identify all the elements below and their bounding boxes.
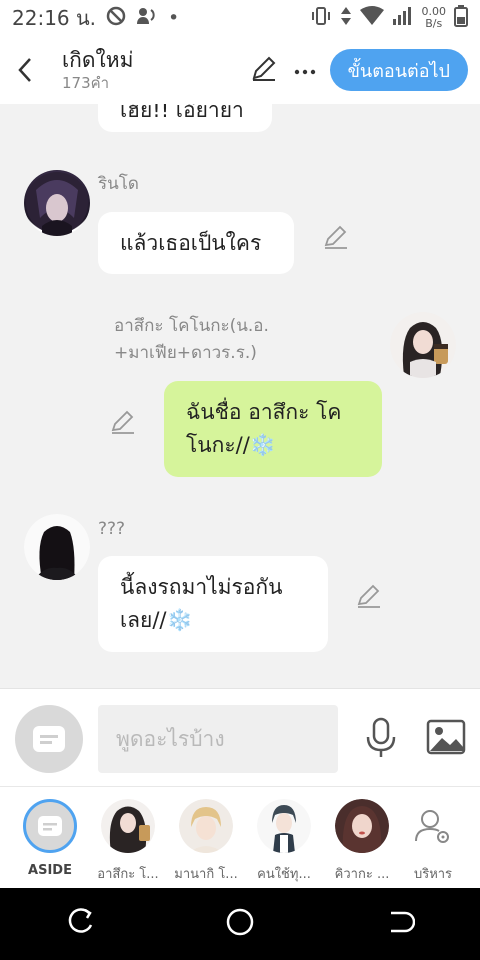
avatar-rindo[interactable] — [24, 170, 90, 236]
character-kiwaka[interactable]: คิวากะ ... — [325, 799, 399, 884]
no-disturb-icon — [106, 6, 126, 31]
message-bubble[interactable]: แล้วเธอเป็นใคร — [98, 212, 294, 274]
message-text-line2: เลย//❄️ — [120, 608, 193, 632]
manage-icon — [406, 799, 460, 853]
character-aside[interactable]: ASIDE — [13, 799, 87, 878]
image-upload-button[interactable] — [426, 719, 466, 759]
character-maid[interactable]: คนใช้ทุ... — [247, 799, 321, 884]
character-avatar — [101, 799, 155, 853]
character-manaki[interactable]: มานากิ โ... — [169, 799, 243, 884]
character-avatar — [179, 799, 233, 853]
character-label: คิวากะ ... — [334, 867, 390, 882]
avatar-unknown[interactable] — [24, 514, 90, 580]
back-button[interactable] — [12, 50, 38, 90]
avatar-asuka[interactable] — [390, 312, 456, 378]
speaker-name: อาสึกะ โคโนกะ(น.อ. — [114, 316, 269, 336]
character-asuka[interactable]: อาสึกะ โ... — [91, 799, 165, 884]
character-avatar — [335, 799, 389, 853]
net-speed-unit: B/s — [425, 17, 443, 30]
message-text: นี้ลงรถมาไม่รอกัน — [120, 575, 283, 599]
edit-title-button[interactable] — [250, 54, 278, 86]
aside-icon — [23, 799, 77, 853]
vibrate-icon — [310, 6, 332, 30]
wifi-icon — [359, 5, 384, 31]
character-bar: ASIDE อาสึกะ โ... มานากิ โ... คนใช้ทุ...… — [0, 786, 480, 888]
edit-message-button[interactable] — [356, 583, 382, 609]
pencil-icon — [111, 410, 134, 434]
image-icon — [426, 719, 466, 755]
message-bubble[interactable]: เฮ้ย!! เอ๊ย่าย่า — [98, 104, 272, 132]
voice-input-button[interactable] — [364, 717, 398, 763]
recent-apps-button[interactable] — [65, 907, 95, 941]
home-icon — [226, 908, 254, 936]
message-input[interactable]: พูดอะไรบ้าง — [98, 705, 338, 773]
data-arrows-icon — [340, 6, 352, 31]
message-bubble-own[interactable]: ฉันชื่อ อาสึกะ โค โนกะ//❄️ — [164, 381, 382, 477]
chat-bubble-icon — [33, 726, 65, 752]
aside-toggle-button[interactable] — [15, 705, 83, 773]
character-avatar — [257, 799, 311, 853]
signal-icon — [392, 6, 414, 31]
dot-icon: • — [168, 7, 180, 29]
call-icon — [136, 6, 158, 31]
message-bubble[interactable]: นี้ลงรถมาไม่รอกัน เลย//❄️ — [98, 556, 328, 652]
character-label: ASIDE — [28, 863, 72, 878]
system-nav-bar — [0, 888, 480, 960]
message-text: เฮ้ย!! เอ๊ย่าย่า — [120, 104, 244, 122]
chat-header: เกิดใหม่ 173คำ ขั้นตอนต่อไป — [0, 36, 480, 104]
chat-area[interactable]: เฮ้ย!! เอ๊ย่าย่า รินโด แล้วเธอเป็นใคร อา… — [0, 104, 480, 688]
speaker-name: ??? — [98, 519, 126, 539]
title-block: เกิดใหม่ 173คำ — [62, 48, 133, 91]
character-label: มานากิ โ... — [174, 867, 238, 882]
speaker-name-line2: +มาเฟีย+ดาวร.ร.) — [114, 343, 257, 363]
message-text: แล้วเธอเป็นใคร — [120, 231, 262, 255]
microphone-icon — [366, 717, 396, 757]
message-text-line2: โนกะ//❄️ — [186, 433, 276, 457]
character-manage-button[interactable]: บริหาร — [396, 799, 470, 884]
pencil-icon — [357, 584, 380, 608]
character-label: คนใช้ทุ... — [257, 867, 311, 882]
character-label: อาสึกะ โ... — [97, 867, 159, 882]
status-time: 22:16 น. — [12, 6, 97, 30]
pencil-icon — [324, 225, 347, 249]
chevron-left-icon — [18, 58, 31, 82]
more-options-button[interactable] — [294, 61, 316, 80]
character-label: บริหาร — [413, 867, 453, 882]
home-button[interactable] — [225, 907, 255, 941]
net-speed: 0.00 B/s — [422, 6, 447, 30]
composer-bar: พูดอะไรบ้าง — [0, 688, 480, 786]
next-step-button[interactable]: ขั้นตอนต่อไป — [329, 49, 468, 91]
recent-apps-icon — [68, 908, 93, 933]
back-nav-icon — [391, 911, 416, 933]
pencil-icon — [252, 56, 276, 81]
edit-message-button[interactable] — [323, 224, 349, 250]
message-text: ฉันชื่อ อาสึกะ โค — [186, 400, 342, 424]
status-bar: 22:16 น. • 0.00 B/s — [0, 0, 480, 36]
back-nav-button[interactable] — [385, 907, 416, 941]
battery-icon — [454, 4, 468, 32]
page-title: เกิดใหม่ — [62, 48, 134, 73]
message-input-placeholder: พูดอะไรบ้าง — [116, 726, 225, 751]
more-icon — [294, 69, 315, 74]
word-count: 173คำ — [62, 73, 110, 92]
edit-message-button[interactable] — [110, 409, 136, 435]
speaker-name: รินโด — [98, 174, 139, 194]
